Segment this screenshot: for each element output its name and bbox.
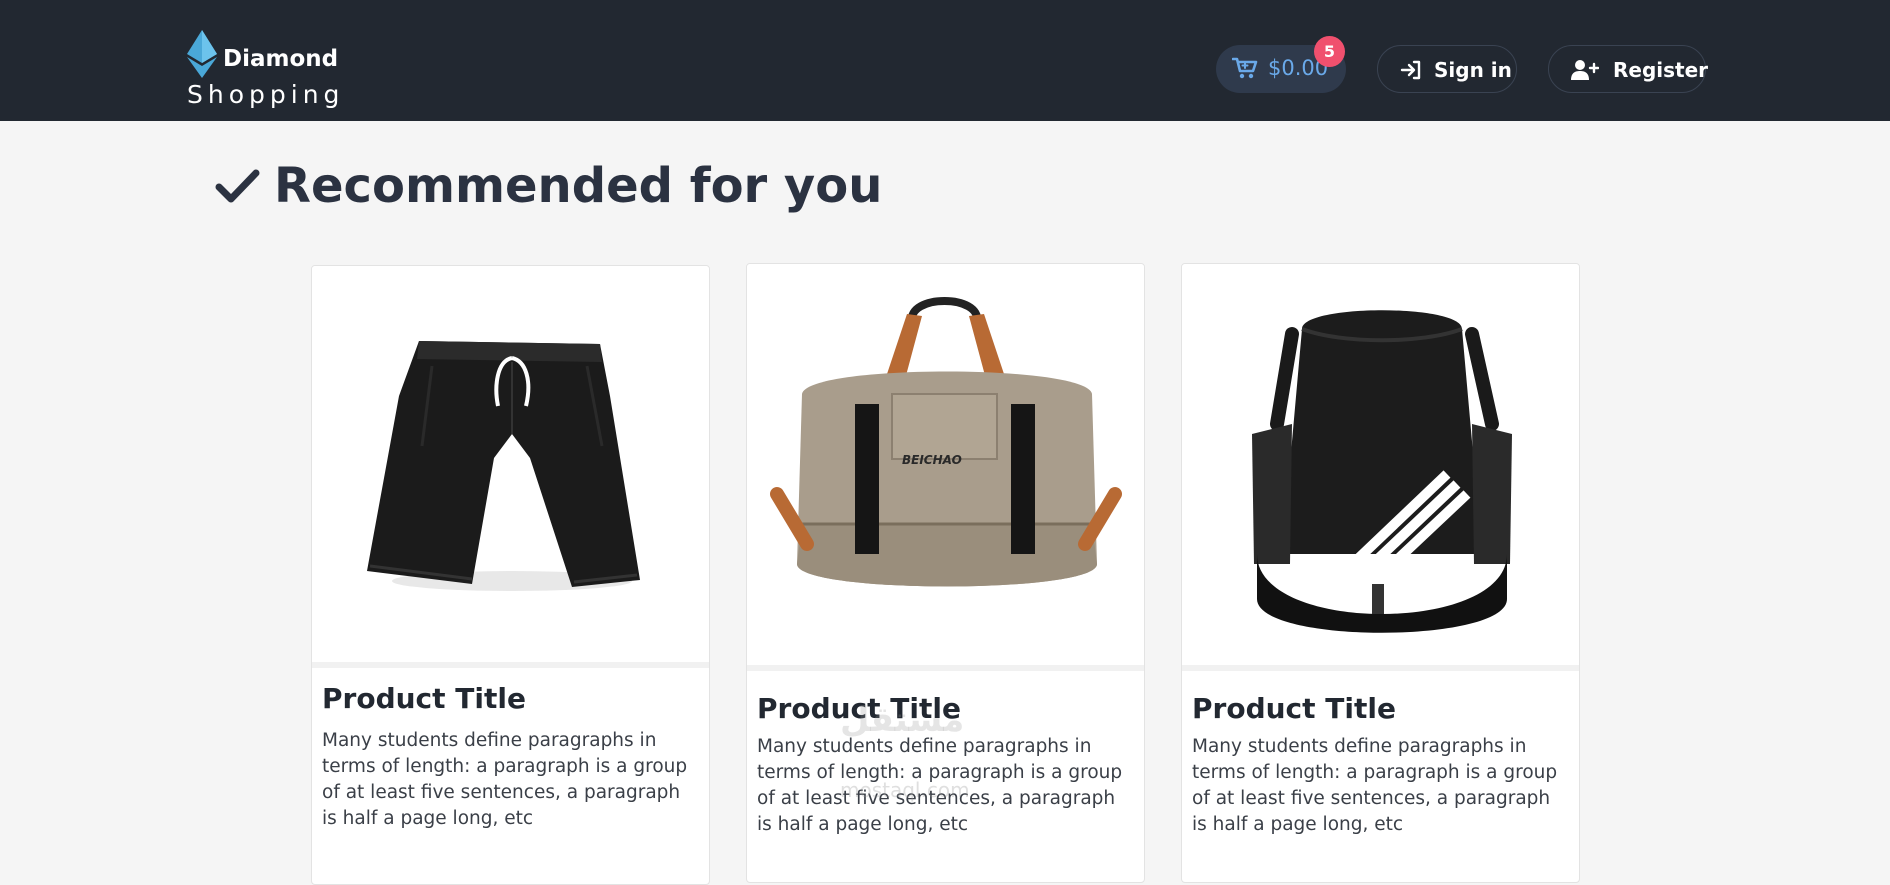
brand-logo[interactable]: Diamond Shopping xyxy=(187,28,347,114)
add-user-icon xyxy=(1571,60,1599,80)
brand-name-line1: Diamond xyxy=(223,46,339,72)
sign-in-button[interactable]: Sign in xyxy=(1377,45,1517,93)
diamond-icon xyxy=(187,30,217,78)
brand-name-line2: Shopping xyxy=(187,80,345,109)
card-divider xyxy=(312,662,709,668)
watermark-arabic: مستقل xyxy=(840,700,965,740)
product-title[interactable]: Product Title xyxy=(1192,692,1396,725)
sign-in-label: Sign in xyxy=(1434,58,1512,82)
top-navbar: Diamond Shopping $0.00 5 Sign in Registe… xyxy=(0,0,1890,121)
backpack-image xyxy=(1252,310,1512,633)
watermark-latin: mostaql.com xyxy=(840,778,970,802)
shorts-image xyxy=(367,341,640,591)
card-divider xyxy=(1182,665,1579,671)
product-image[interactable] xyxy=(312,266,709,662)
product-description: Many students define paragraphs in terms… xyxy=(1192,736,1558,835)
register-button[interactable]: Register xyxy=(1548,45,1709,93)
product-card[interactable]: Product Title Many students define parag… xyxy=(311,265,710,885)
section-title: Recommended for you xyxy=(274,158,883,214)
check-icon xyxy=(215,169,260,203)
cart-icon xyxy=(1232,57,1258,79)
section-heading: Recommended for you xyxy=(215,156,882,216)
card-divider xyxy=(747,665,1144,671)
product-image[interactable] xyxy=(1182,264,1579,665)
product-description: Many students define paragraphs in terms… xyxy=(322,730,688,829)
product-title[interactable]: Product Title xyxy=(322,682,526,715)
duffel-bag-image: BEICHAO xyxy=(770,297,1122,587)
product-card[interactable]: Product Title Many students define parag… xyxy=(1181,263,1580,883)
sign-in-icon xyxy=(1400,60,1421,80)
product-image[interactable]: BEICHAO xyxy=(747,264,1144,665)
svg-text:BEICHAO: BEICHAO xyxy=(902,453,962,467)
register-label: Register xyxy=(1613,58,1709,82)
cart-count-badge: 5 xyxy=(1314,36,1345,67)
